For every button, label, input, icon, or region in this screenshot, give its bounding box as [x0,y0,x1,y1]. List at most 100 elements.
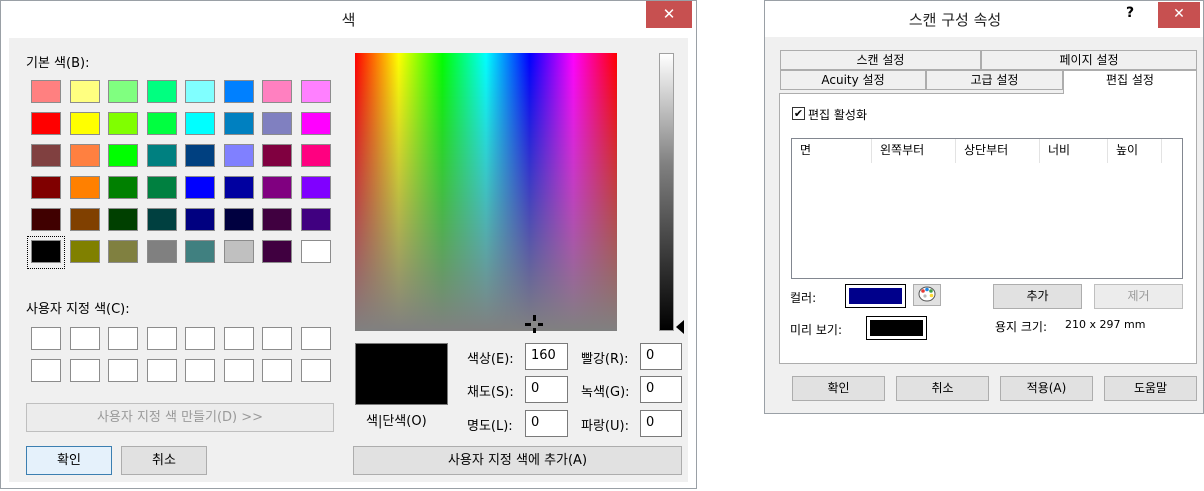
red-input[interactable]: 0 [640,343,682,370]
remove-button[interactable]: 제거 [1094,284,1183,309]
custom-color-swatch[interactable] [185,327,215,350]
basic-color-swatch[interactable] [31,144,61,167]
custom-color-swatch[interactable] [301,359,331,382]
edit-regions-list[interactable]: 면 왼쪽부터 상단부터 너비 높이 [791,138,1183,279]
basic-color-swatch[interactable] [301,208,331,231]
custom-color-swatch[interactable] [262,359,292,382]
custom-color-swatch[interactable] [147,327,177,350]
basic-color-swatch[interactable] [262,240,292,263]
close-icon[interactable]: ✕ [646,1,692,28]
basic-color-swatch[interactable] [224,240,254,263]
column-header-width[interactable]: 너비 [1040,139,1108,163]
add-button[interactable]: 추가 [993,284,1082,309]
custom-color-swatch[interactable] [31,327,61,350]
blue-input[interactable]: 0 [640,410,682,437]
basic-color-swatch[interactable] [31,208,61,231]
luminance-input[interactable]: 0 [525,410,568,437]
custom-color-swatch[interactable] [224,359,254,382]
basic-color-swatch[interactable] [31,80,61,103]
help-icon[interactable]: ? [1120,5,1140,27]
basic-color-swatch[interactable] [147,176,177,199]
basic-color-swatch[interactable] [70,80,100,103]
color-preview [355,343,448,405]
basic-color-swatch[interactable] [70,240,100,263]
help-button[interactable]: 도움말 [1104,376,1197,401]
basic-color-swatch[interactable] [185,144,215,167]
luminance-slider[interactable] [659,53,674,331]
custom-color-swatch[interactable] [147,359,177,382]
hue-input[interactable]: 160 [525,343,568,370]
crosshair-icon[interactable] [525,315,543,333]
basic-color-swatch[interactable] [108,80,138,103]
column-header-left[interactable]: 왼쪽부터 [872,139,956,163]
add-to-custom-colors-button[interactable]: 사용자 지정 색에 추가(A) [353,446,682,475]
saturation-input[interactable]: 0 [525,376,568,403]
basic-color-swatch[interactable] [108,112,138,135]
basic-color-swatch[interactable] [70,144,100,167]
basic-color-swatch[interactable] [185,176,215,199]
basic-color-swatch[interactable] [224,144,254,167]
enable-edit-checkbox[interactable]: ✔ [792,107,805,120]
basic-color-swatch[interactable] [70,208,100,231]
basic-color-swatch[interactable] [301,80,331,103]
basic-color-swatch[interactable] [185,208,215,231]
ok-button[interactable]: 확인 [26,446,112,475]
basic-color-swatch[interactable] [262,80,292,103]
basic-color-swatch[interactable] [224,112,254,135]
basic-color-swatch[interactable] [147,240,177,263]
define-custom-colors-button[interactable]: 사용자 지정 색 만들기(D) >> [26,403,334,432]
basic-color-swatch[interactable] [262,208,292,231]
basic-color-swatch[interactable] [31,176,61,199]
column-header-top[interactable]: 상단부터 [956,139,1040,163]
basic-color-swatch[interactable] [301,176,331,199]
custom-color-swatch[interactable] [70,359,100,382]
palette-button[interactable] [913,284,941,306]
basic-color-swatch[interactable] [147,112,177,135]
custom-color-swatch[interactable] [301,327,331,350]
cancel-button[interactable]: 취소 [896,376,989,401]
basic-color-swatch[interactable] [301,144,331,167]
custom-color-swatch[interactable] [224,327,254,350]
luminance-arrow-icon[interactable] [676,320,684,334]
ok-button[interactable]: 확인 [792,376,885,401]
basic-color-swatch[interactable] [70,176,100,199]
basic-color-swatch[interactable] [262,112,292,135]
basic-color-swatch[interactable] [185,240,215,263]
basic-color-swatch[interactable] [262,176,292,199]
column-header-side[interactable]: 면 [792,139,872,163]
basic-color-swatch[interactable] [185,80,215,103]
custom-color-swatch[interactable] [70,327,100,350]
basic-color-swatch[interactable] [224,80,254,103]
basic-color-swatch[interactable] [108,240,138,263]
basic-color-swatch[interactable] [147,144,177,167]
basic-color-swatch[interactable] [224,176,254,199]
tab-page-settings[interactable]: 페이지 설정 [981,50,1197,70]
column-header-height[interactable]: 높이 [1108,139,1162,163]
basic-color-swatch[interactable] [147,80,177,103]
basic-color-swatch[interactable] [224,208,254,231]
custom-color-swatch[interactable] [108,359,138,382]
apply-button[interactable]: 적용(A) [1000,376,1093,401]
color-spectrum[interactable] [355,53,617,331]
basic-color-swatch[interactable] [108,176,138,199]
basic-color-swatch[interactable] [31,112,61,135]
custom-color-swatch[interactable] [108,327,138,350]
custom-color-swatch[interactable] [262,327,292,350]
basic-color-swatch[interactable] [185,112,215,135]
basic-color-swatch[interactable] [147,208,177,231]
tab-scan-settings[interactable]: 스캔 설정 [780,50,981,70]
cancel-button[interactable]: 취소 [121,446,207,475]
basic-color-swatch[interactable] [301,240,331,263]
basic-color-swatch[interactable] [301,112,331,135]
tab-advanced-settings[interactable]: 고급 설정 [926,70,1063,90]
tab-edit-settings[interactable]: 편집 설정 [1063,70,1197,94]
green-input[interactable]: 0 [640,376,682,403]
tab-acuity-settings[interactable]: Acuity 설정 [780,70,926,90]
basic-color-swatch[interactable] [262,144,292,167]
custom-color-swatch[interactable] [31,359,61,382]
custom-color-swatch[interactable] [185,359,215,382]
basic-color-swatch[interactable] [108,208,138,231]
basic-color-swatch[interactable] [108,144,138,167]
basic-color-swatch[interactable] [70,112,100,135]
close-icon[interactable]: ✕ [1158,2,1200,28]
